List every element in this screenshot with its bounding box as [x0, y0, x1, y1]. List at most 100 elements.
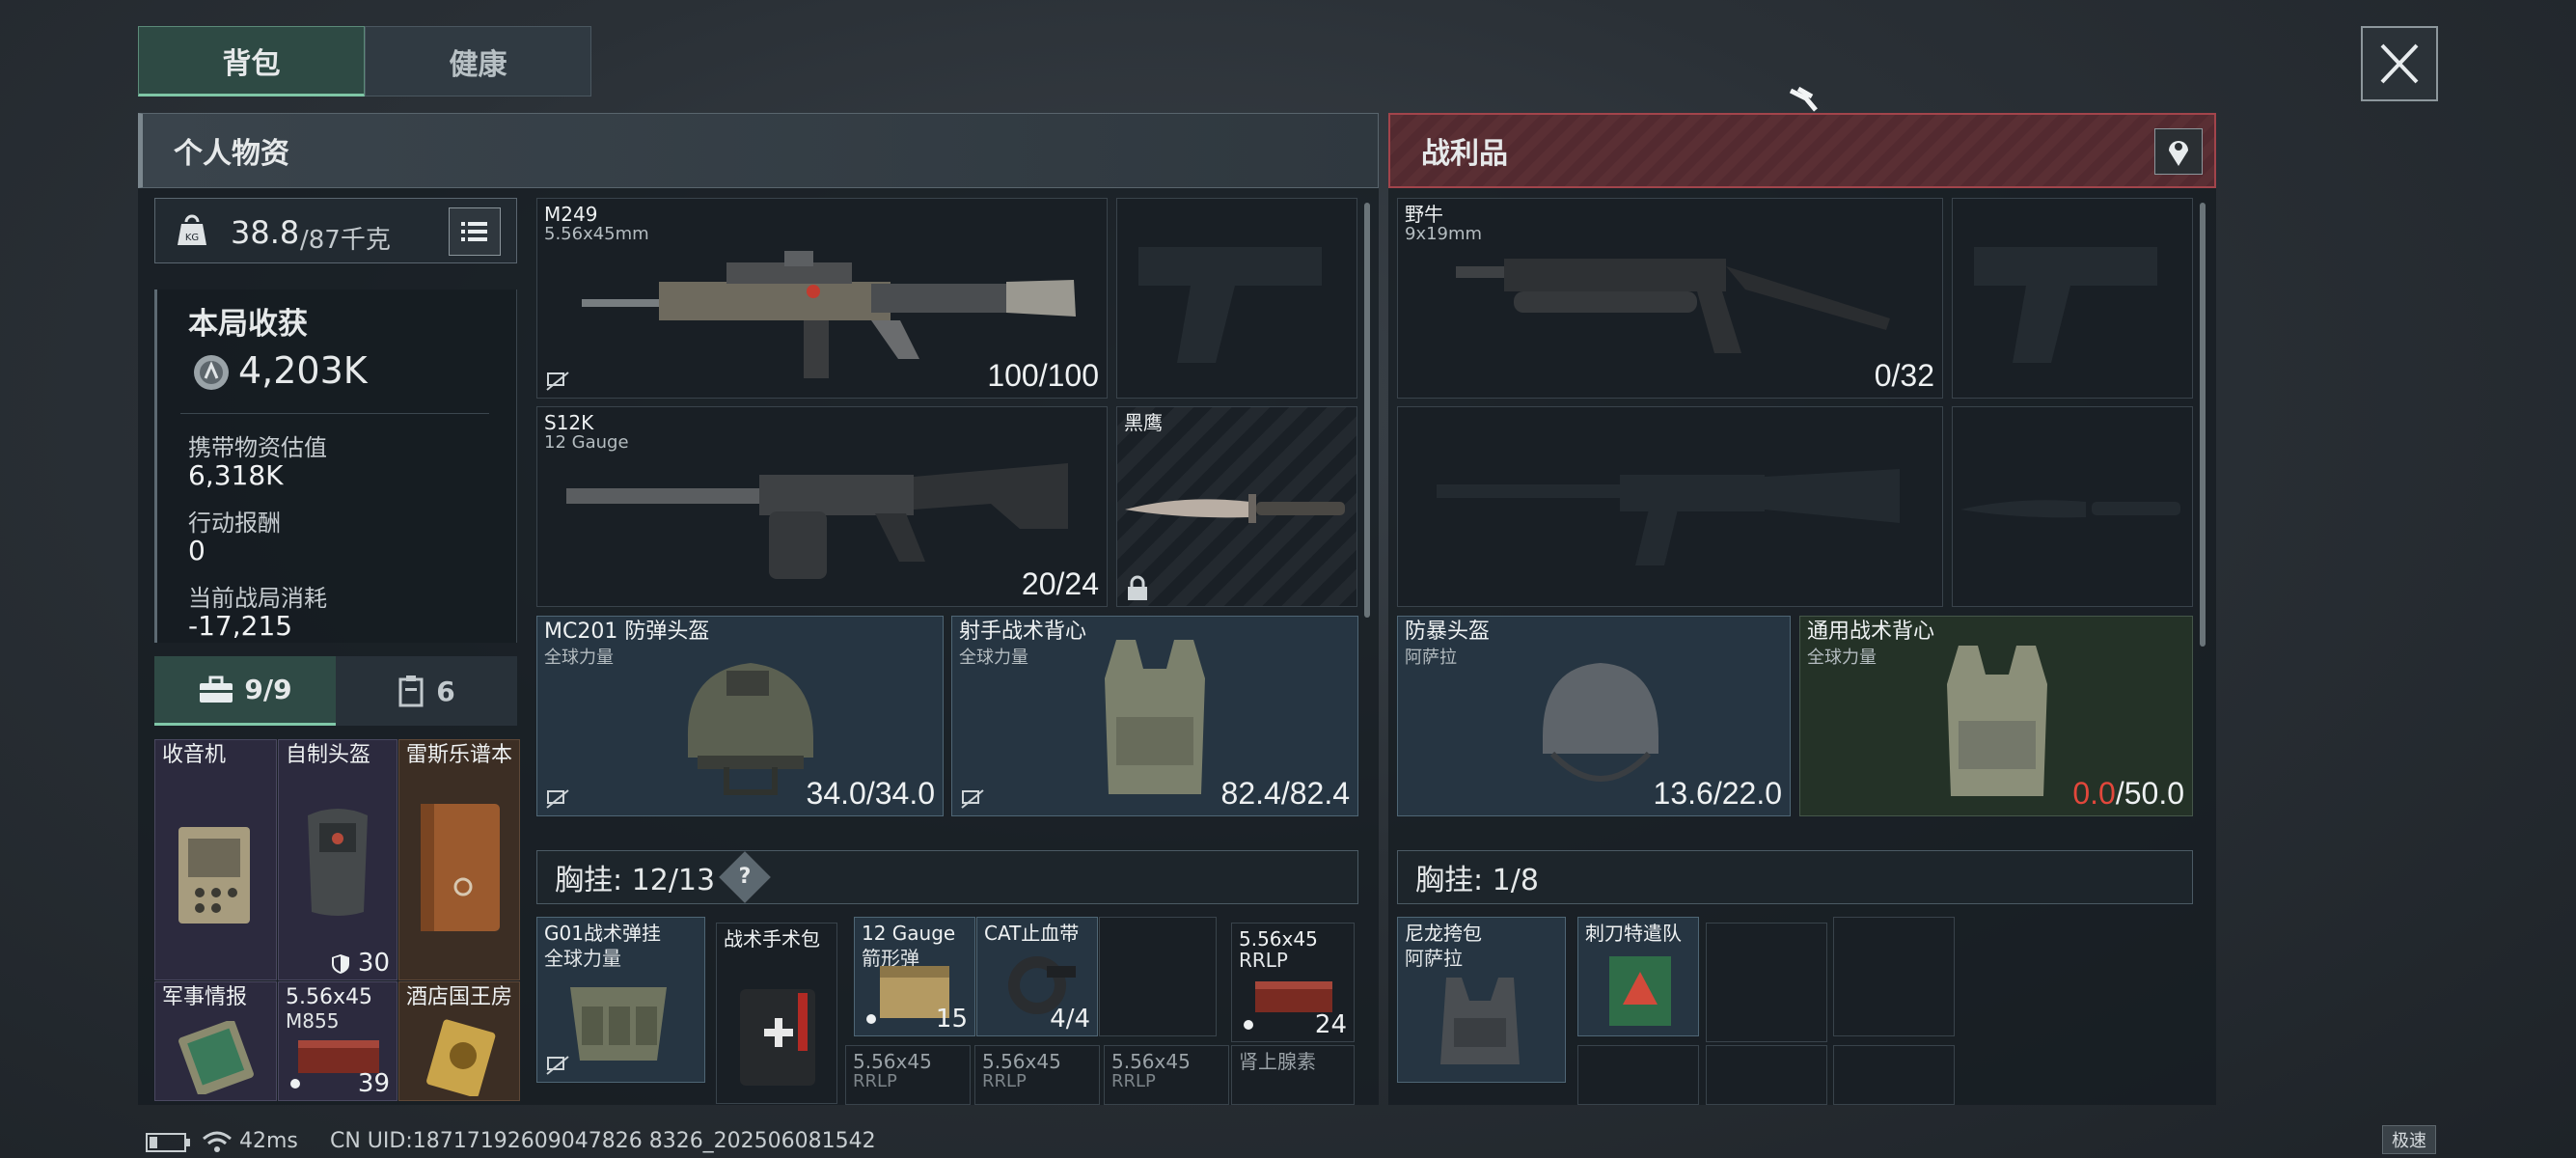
- item-name: 战术手术包: [724, 927, 820, 951]
- no-drop-icon: [546, 1056, 569, 1075]
- item-ammo-rrlp[interactable]: 5.56x45 RRLP: [845, 1045, 971, 1105]
- help-icon: ?: [738, 865, 752, 889]
- loot-slot-bison[interactable]: 野牛 9x19mm 0/32: [1397, 198, 1943, 399]
- slot-armor[interactable]: 射手战术背心 全球力量 82.4/82.4: [951, 616, 1358, 816]
- durability-max: /50.0: [2115, 776, 2184, 811]
- mission-reward-label: 行动报酬: [188, 510, 281, 537]
- loot-item-bayonet-intel[interactable]: 刺刀特遣队: [1577, 917, 1699, 1036]
- loot-slot-rifle-empty[interactable]: [1397, 406, 1943, 607]
- weight-value: 38.8: [231, 214, 300, 251]
- consumption-label: 当前战局消耗: [188, 585, 327, 612]
- slot-melee-knife[interactable]: 黑鹰: [1116, 406, 1357, 607]
- radio-icon: [178, 827, 250, 924]
- item-hotel-key[interactable]: 酒店国王房: [398, 981, 520, 1101]
- speed-badge: 极速: [2382, 1125, 2436, 1154]
- loot-rig-empty-slot[interactable]: [1577, 1045, 1699, 1105]
- slot-helmet[interactable]: MC201 防弹头盔 全球力量 34.0/34.0: [536, 616, 944, 816]
- loot-title: 战利品: [1421, 137, 1508, 171]
- slot-pistol-empty[interactable]: [1116, 198, 1357, 399]
- item-name: 军事情报: [162, 985, 248, 1009]
- item-music-book[interactable]: 雷斯乐谱本: [398, 739, 520, 980]
- item-ammo-rrlp[interactable]: 5.56x45 RRLP: [1104, 1045, 1229, 1105]
- item-12-gauge-flechette[interactable]: 12 Gauge 箭形弹 15: [854, 917, 975, 1036]
- chest-rig-header-left: 胸挂: 12/13 ?: [536, 850, 1358, 904]
- loot-slot-helmet[interactable]: 防暴头盔 阿萨拉 13.6/22.0: [1397, 616, 1791, 816]
- item-name: 自制头盔: [286, 743, 371, 767]
- pistol-placeholder-icon: [1974, 247, 2157, 363]
- item-sub: 全球力量: [1807, 648, 1877, 668]
- safe-case-icon: [398, 676, 424, 707]
- tab-safe-case[interactable]: 6: [336, 656, 517, 726]
- item-g01-rig[interactable]: G01战术弹挂 全球力量: [536, 917, 705, 1083]
- lock-icon: [1128, 575, 1147, 600]
- loot-rig-empty-slot[interactable]: [1833, 917, 1955, 1036]
- item-cat-tourniquet[interactable]: CAT止血带 4/4: [976, 917, 1098, 1036]
- loot-item-nylon-pouch[interactable]: 尼龙挎包 阿萨拉: [1397, 917, 1566, 1083]
- item-adrenaline[interactable]: 肾上腺素: [1231, 1045, 1355, 1105]
- loot-rig-empty-slot[interactable]: [1706, 923, 1827, 1042]
- item-name: MC201 防弹头盔: [544, 620, 710, 644]
- location-pin-icon: [2169, 141, 2188, 166]
- tablet-icon: [178, 1021, 254, 1094]
- tab-health-label: 健康: [449, 47, 507, 82]
- item-name: 肾上腺素: [1239, 1050, 1316, 1073]
- item-name: 刺刀特遣队: [1585, 922, 1682, 945]
- tab-health[interactable]: 健康: [365, 26, 591, 96]
- item-sub: 阿萨拉: [1405, 648, 1457, 668]
- list-view-button[interactable]: [449, 207, 501, 256]
- loot-header: 战利品: [1388, 113, 2216, 188]
- dot-indicator: [866, 1014, 876, 1024]
- wifi-icon: [203, 1131, 232, 1152]
- weight-max: /87千克: [300, 226, 391, 255]
- tab-backpack-slots[interactable]: 9/9: [154, 656, 336, 726]
- loot-location-button[interactable]: [2154, 128, 2203, 175]
- ping-value: 42ms: [239, 1129, 298, 1153]
- item-durability: 13.6/22.0: [1653, 776, 1782, 811]
- loot-slot-melee-empty[interactable]: [1952, 406, 2193, 607]
- slots-count: 9/9: [244, 674, 292, 705]
- no-drop-icon: [546, 372, 569, 391]
- slot-secondary-s12k[interactable]: S12K 12 Gauge 20/24: [536, 406, 1108, 607]
- item-name: 5.56x45: [982, 1050, 1061, 1073]
- item-count: 30: [357, 949, 390, 978]
- shotgun-icon: [566, 463, 1068, 579]
- item-ammo-rrlp[interactable]: 5.56x45 RRLP 24: [1231, 923, 1355, 1042]
- item-sub: M855: [286, 1009, 340, 1033]
- loot-slot-pistol-empty[interactable]: [1952, 198, 2193, 399]
- help-button[interactable]: ?: [719, 851, 771, 903]
- slot-primary-m249[interactable]: M249 5.56x45mm 100/100: [536, 198, 1108, 399]
- item-name: 12 Gauge: [862, 922, 956, 945]
- item-count: 0/32: [1874, 358, 1934, 393]
- item-sub: RRLP: [1111, 1071, 1156, 1091]
- right-scrollbar[interactable]: [2200, 203, 2206, 647]
- dot-indicator: [290, 1079, 300, 1089]
- loot-rig-empty-slot[interactable]: [1706, 1045, 1827, 1105]
- coin-icon: [194, 355, 229, 390]
- item-ammo-rrlp[interactable]: 5.56x45 RRLP: [974, 1045, 1100, 1105]
- loot-slot-armor[interactable]: 通用战术背心 全球力量 0.0/50.0: [1799, 616, 2193, 816]
- item-durability: 0.0/50.0: [2072, 776, 2184, 812]
- item-count: 20/24: [1021, 566, 1099, 601]
- item-name: 通用战术背心: [1807, 620, 1935, 644]
- pouch-icon: [308, 809, 368, 916]
- rig-empty-slot[interactable]: [1099, 917, 1217, 1036]
- item-military-intel[interactable]: 军事情报: [154, 981, 277, 1101]
- item-radio[interactable]: 收音机: [154, 739, 277, 980]
- item-name: 雷斯乐谱本: [406, 743, 513, 767]
- item-sub: 阿萨拉: [1405, 947, 1463, 970]
- medkit-icon: [740, 989, 815, 1086]
- loot-rig-empty-slot[interactable]: [1833, 1045, 1955, 1105]
- document-icon: [1609, 956, 1671, 1026]
- item-surgery-kit[interactable]: 战术手术包: [716, 923, 837, 1104]
- item-name: CAT止血带: [984, 922, 1080, 945]
- item-ammo-m855[interactable]: 5.56x45 M855 39: [278, 981, 397, 1101]
- close-button[interactable]: [2361, 26, 2438, 101]
- item-homemade-helmet[interactable]: 自制头盔 30: [278, 739, 397, 980]
- item-name: 射手战术背心: [959, 620, 1087, 644]
- item-name: 5.56x45: [1111, 1050, 1191, 1073]
- left-scrollbar[interactable]: [1364, 203, 1370, 618]
- item-sub: RRLP: [982, 1071, 1027, 1091]
- item-name: S12K: [544, 411, 594, 434]
- no-drop-icon: [961, 789, 984, 809]
- tab-backpack[interactable]: 背包: [138, 26, 365, 96]
